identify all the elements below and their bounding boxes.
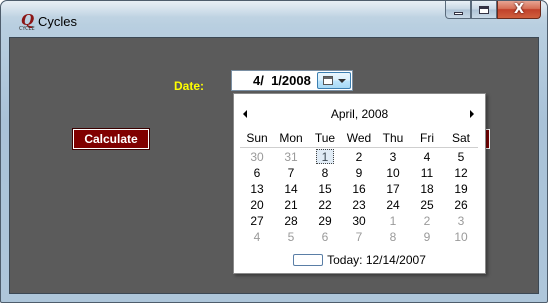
calendar-day[interactable]: 5: [444, 149, 478, 165]
calendar-day[interactable]: 7: [274, 165, 308, 181]
next-month-arrow-icon[interactable]: [470, 110, 474, 118]
calendar-day[interactable]: 6: [240, 165, 274, 181]
calendar-day[interactable]: 7: [342, 229, 376, 245]
calendar-day[interactable]: 3: [444, 213, 478, 229]
calendar-day[interactable]: 10: [444, 229, 478, 245]
calendar-day[interactable]: 22: [308, 197, 342, 213]
day-of-week-header: Sun Mon Tue Wed Thu Fri Sat: [240, 130, 478, 148]
calendar-day[interactable]: 4: [410, 149, 444, 165]
calendar-day[interactable]: 29: [308, 213, 342, 229]
close-icon: X: [513, 1, 525, 17]
calendar-day[interactable]: 23: [342, 197, 376, 213]
minimize-icon: [453, 11, 463, 15]
calendar-week-row: 13 14 15 16 17 18 19: [240, 181, 478, 197]
calendar-day[interactable]: 19: [444, 181, 478, 197]
calendar-day[interactable]: 3: [376, 149, 410, 165]
calendar-day[interactable]: 27: [240, 213, 274, 229]
calendar-day[interactable]: 18: [410, 181, 444, 197]
close-button[interactable]: X: [497, 1, 541, 19]
calendar-month-title[interactable]: April, 2008: [234, 107, 485, 121]
calculate-button[interactable]: Calculate: [72, 128, 150, 150]
calendar-day[interactable]: 11: [410, 165, 444, 181]
dow-mon: Mon: [279, 131, 303, 145]
calendar-day-selected[interactable]: 1: [308, 149, 342, 165]
calendar-dropdown-button[interactable]: [317, 72, 351, 89]
maximize-icon: [479, 5, 489, 14]
calendar-day[interactable]: 31: [274, 149, 308, 165]
window-controls: X: [445, 1, 541, 21]
calendar-day[interactable]: 28: [274, 213, 308, 229]
calendar-day[interactable]: 1: [376, 213, 410, 229]
date-picker[interactable]: 4/ 1/2008: [231, 70, 353, 91]
calendar-day[interactable]: 13: [240, 181, 274, 197]
calendar-day[interactable]: 14: [274, 181, 308, 197]
calendar-week-row: 20 21 22 23 24 25 26: [240, 197, 478, 213]
month-calendar-dropdown: April, 2008 Sun Mon Tue Wed Thu Fri Sat …: [233, 93, 486, 274]
calendar-day[interactable]: 9: [342, 165, 376, 181]
calendar-week-row: 27 28 29 30 1 2 3: [240, 213, 478, 229]
calendar-day[interactable]: 12: [444, 165, 478, 181]
date-value[interactable]: 4/ 1/2008: [253, 73, 311, 88]
calendar-day[interactable]: 5: [274, 229, 308, 245]
calendar-day[interactable]: 2: [410, 213, 444, 229]
app-logo-icon: Q CYCLE: [19, 11, 35, 32]
calendar-day[interactable]: 21: [274, 197, 308, 213]
calendar-day[interactable]: 30: [342, 213, 376, 229]
calendar-day[interactable]: 2: [342, 149, 376, 165]
calendar-grid: Sun Mon Tue Wed Thu Fri Sat 30 31 1 2 3 …: [240, 130, 478, 245]
calendar-week-row: 6 7 8 9 10 11 12: [240, 165, 478, 181]
calendar-day[interactable]: 26: [444, 197, 478, 213]
maximize-button[interactable]: [471, 1, 497, 19]
calendar-day[interactable]: 10: [376, 165, 410, 181]
dow-sun: Sun: [246, 131, 268, 145]
dow-thu: Thu: [382, 131, 404, 145]
minimize-button[interactable]: [445, 1, 471, 19]
calendar-day[interactable]: 20: [240, 197, 274, 213]
calendar-day[interactable]: 6: [308, 229, 342, 245]
calendar-week-row: 30 31 1 2 3 4 5: [240, 149, 478, 165]
calendar-day[interactable]: 25: [410, 197, 444, 213]
calendar-day[interactable]: 17: [376, 181, 410, 197]
dow-tue: Tue: [314, 131, 336, 145]
calendar-day[interactable]: 9: [410, 229, 444, 245]
date-label: Date:: [174, 79, 205, 93]
chevron-down-icon: [338, 79, 346, 83]
calendar-week-row: 4 5 6 7 8 9 10: [240, 229, 478, 245]
dow-wed: Wed: [346, 131, 372, 145]
calendar-day[interactable]: 30: [240, 149, 274, 165]
calendar-day[interactable]: 8: [308, 165, 342, 181]
calendar-day[interactable]: 15: [308, 181, 342, 197]
today-link[interactable]: Today: 12/14/2007: [234, 252, 485, 268]
window-title: Cycles: [38, 14, 78, 29]
today-marker-icon: [293, 254, 324, 266]
calendar-day[interactable]: 16: [342, 181, 376, 197]
calendar-icon: [323, 76, 333, 85]
calendar-day[interactable]: 4: [240, 229, 274, 245]
calendar-day[interactable]: 24: [376, 197, 410, 213]
dow-fri: Fri: [420, 131, 434, 145]
today-label[interactable]: Today: 12/14/2007: [327, 253, 426, 267]
calendar-day[interactable]: 8: [376, 229, 410, 245]
dow-sat: Sat: [451, 131, 470, 145]
